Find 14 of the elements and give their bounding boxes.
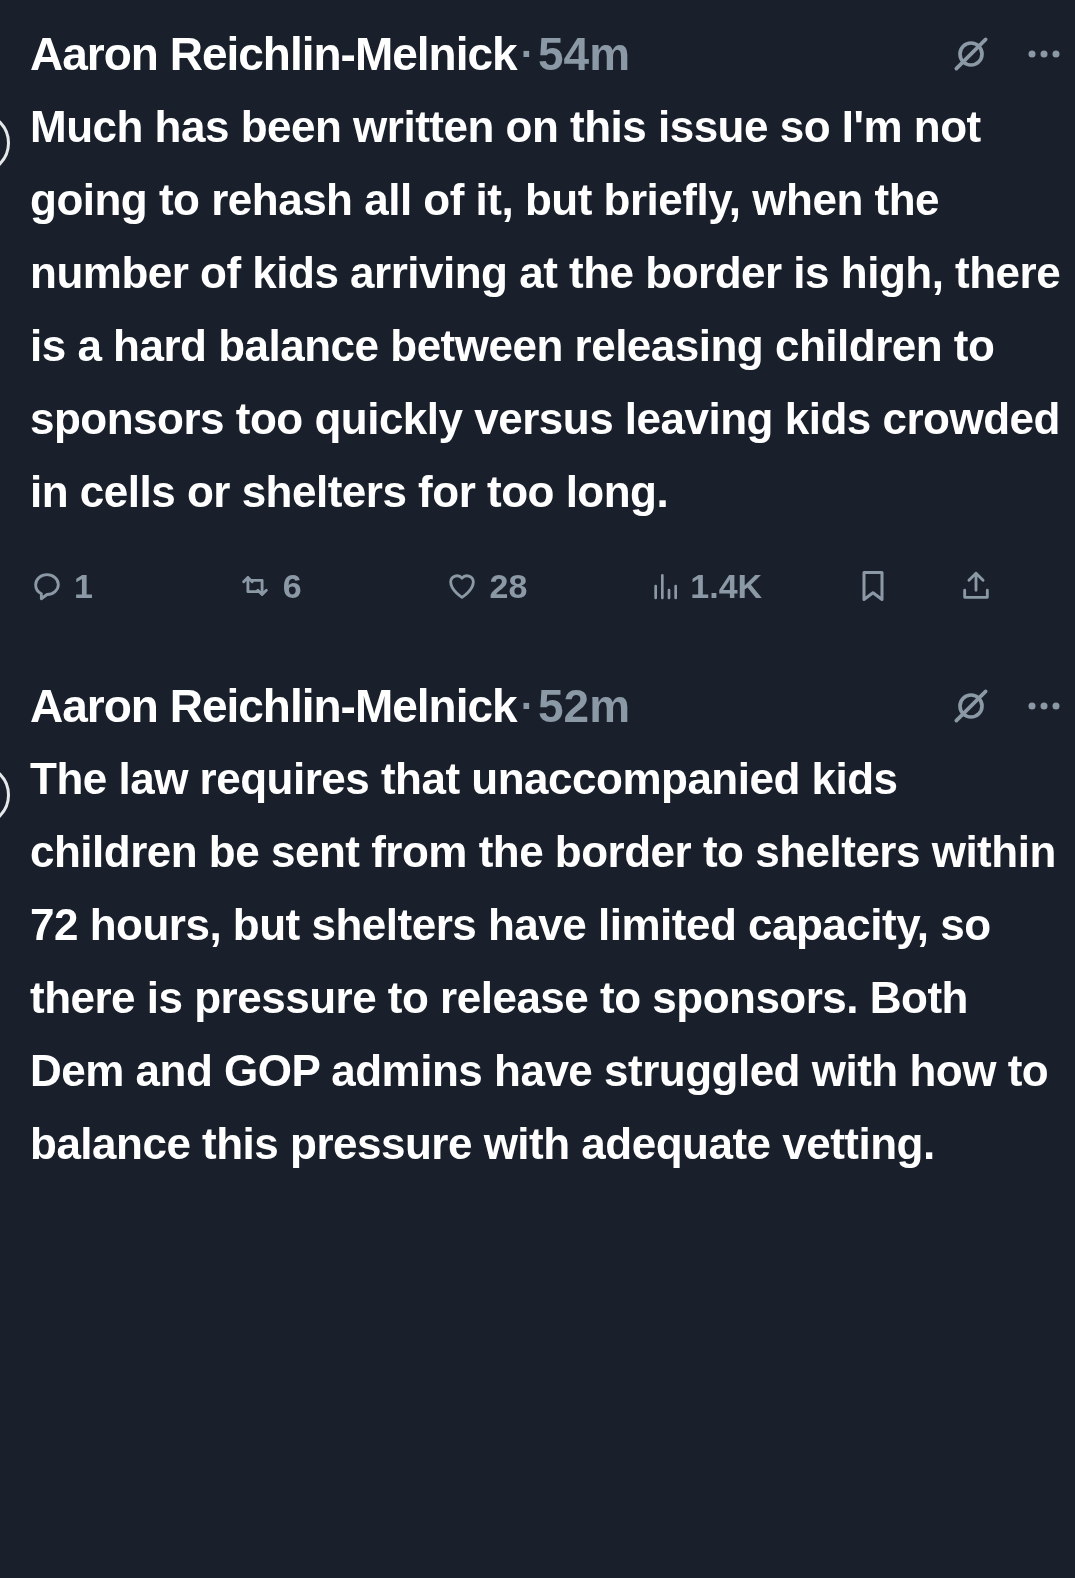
more-icon[interactable]: [1027, 701, 1061, 711]
author-name: Aaron Reichlin-Melnick: [30, 26, 517, 82]
post-time: 52m: [538, 678, 631, 734]
post-time: 54m: [538, 26, 631, 82]
dot-separator: ·: [520, 31, 534, 78]
dot-separator: ·: [520, 683, 534, 730]
post-text: The law requires that unaccompanied kids children be sent from the border to shelters within 72 hours, but shelters have limited capacity, so there is pressure to release to sponsors. Both Dem and GOP admins have struggled with how to balance this pressure with adequate vetting.: [30, 753, 1057, 1170]
repost-button[interactable]: 6: [236, 560, 444, 612]
more-icon[interactable]: [1027, 49, 1061, 59]
views-button[interactable]: 1.4K: [650, 560, 858, 612]
like-button[interactable]: 28: [443, 560, 651, 612]
post-text: Much has been written on this issue so I'm not going to rehash all of it, but briefly, when the number of kids arriving at the border is high, there is a hard balance between releasing children to sponsors too quickly versus leaving kids crowded in cells or shelters for too long.: [30, 101, 1061, 518]
author-name: Aaron Reichlin-Melnick: [30, 678, 517, 734]
reply-button[interactable]: 1: [30, 560, 237, 612]
